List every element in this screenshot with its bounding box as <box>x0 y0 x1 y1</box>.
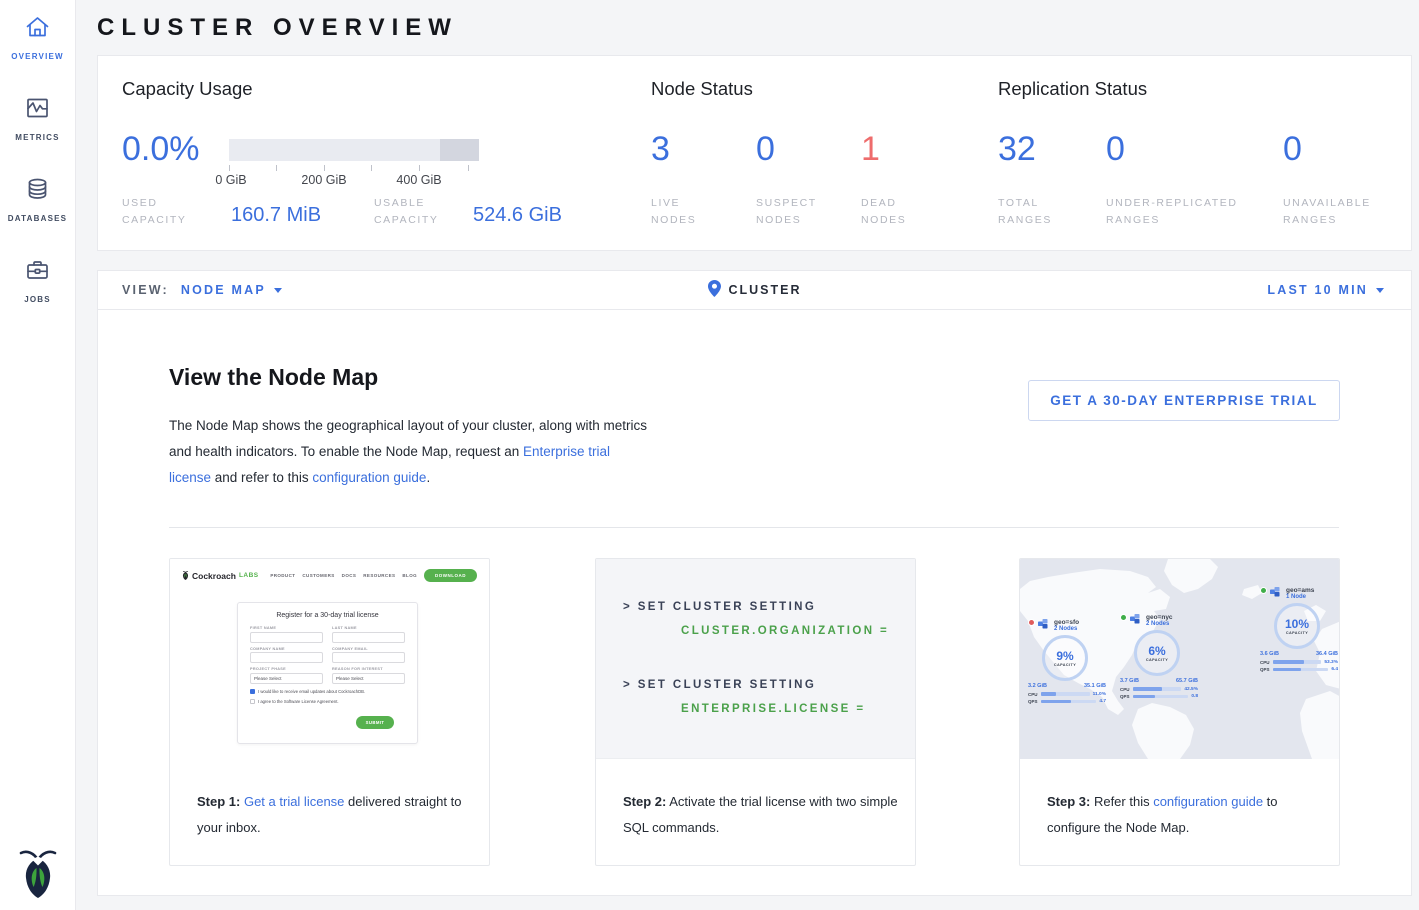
get-trial-license-link[interactable]: Get a trial license <box>244 794 344 809</box>
step-2-caption: Step 2: Activate the trial license with … <box>623 789 907 841</box>
view-bar: VIEW: NODE MAP CLUSTER LAST 10 MIN <box>97 270 1412 310</box>
chevron-down-icon <box>1376 288 1384 293</box>
node-widget-nyc: geo=nyc2 Nodes 6%CAPACITY 3.7 GiB65.7 Gi… <box>1120 614 1198 699</box>
mini-download-button: DOWNLOAD <box>424 569 477 582</box>
view-selector-dropdown[interactable]: NODE MAP <box>181 283 282 297</box>
sidebar-item-label: METRICS <box>15 133 59 142</box>
capacity-usage-title: Capacity Usage <box>122 78 253 100</box>
section-title: View the Node Map <box>169 364 378 391</box>
node-widget-ams: geo=ams1 Node 10%CAPACITY 3.6 GiB36.4 Gi… <box>1260 587 1338 672</box>
capacity-used-percent: 0.0% <box>122 130 200 169</box>
sql-commands-preview: > SET CLUSTER SETTING CLUSTER.ORGANIZATI… <box>596 559 915 759</box>
sidebar-item-overview[interactable]: OVERVIEW <box>0 14 75 61</box>
step-2-card: > SET CLUSTER SETTING CLUSTER.ORGANIZATI… <box>595 558 916 866</box>
mini-site-nav: PRODUCT CUSTOMERS DOCS RESOURCES BLOG DO… <box>270 569 477 582</box>
gauge-tick-label: 0 GiB <box>215 173 246 187</box>
cluster-summary-panel: Capacity Usage 0.0% 0 GiB 200 GiB 400 Gi… <box>97 55 1412 251</box>
live-nodes-label: LIVENODES <box>651 195 696 229</box>
cluster-breadcrumb[interactable]: CLUSTER <box>707 280 801 300</box>
under-replicated-ranges-label: UNDER-REPLICATEDRANGES <box>1106 195 1238 229</box>
node-status-dot <box>1260 587 1267 594</box>
node-map-preview: geo=sfo2 Nodes 9%CAPACITY 3.2 GiB35.1 Gi… <box>1020 559 1339 759</box>
time-range-dropdown[interactable]: LAST 10 MIN <box>1267 283 1384 297</box>
node-status-title: Node Status <box>651 78 753 100</box>
database-icon <box>24 176 51 207</box>
sidebar-item-jobs[interactable]: JOBS <box>0 257 75 304</box>
dead-nodes-label: DEADNODES <box>861 195 906 229</box>
gauge-tick-label: 200 GiB <box>301 173 346 187</box>
briefcase-icon <box>24 257 51 288</box>
unavailable-ranges-label: UNAVAILABLERANGES <box>1283 195 1371 229</box>
sidebar-item-metrics[interactable]: METRICS <box>0 95 75 142</box>
home-icon <box>24 14 51 45</box>
usable-capacity-value: 524.6 GiB <box>473 204 562 227</box>
nodes-icon <box>1038 619 1049 629</box>
step-1-caption: Step 1: Get a trial license delivered st… <box>197 789 481 841</box>
under-replicated-ranges-value: 0 <box>1106 130 1125 169</box>
unavailable-ranges-value: 0 <box>1283 130 1302 169</box>
chevron-down-icon <box>274 288 282 293</box>
mini-submit-button: SUBMIT <box>356 716 394 729</box>
capacity-gauge: 0 GiB 200 GiB 400 GiB <box>229 139 479 189</box>
configuration-guide-link[interactable]: configuration guide <box>312 470 426 485</box>
sidebar-item-label: OVERVIEW <box>11 52 64 61</box>
configuration-guide-link[interactable]: configuration guide <box>1153 794 1263 809</box>
suspect-nodes-value: 0 <box>756 130 775 169</box>
step-3-card: geo=sfo2 Nodes 9%CAPACITY 3.2 GiB35.1 Gi… <box>1019 558 1340 866</box>
used-capacity-label: USEDCAPACITY <box>122 195 187 229</box>
sidebar-item-databases[interactable]: DATABASES <box>0 176 75 223</box>
map-pin-icon <box>707 280 720 300</box>
total-ranges-label: TOTALRANGES <box>998 195 1052 229</box>
enterprise-trial-button[interactable]: GET A 30-DAY ENTERPRISE TRIAL <box>1028 380 1340 421</box>
total-ranges-value: 32 <box>998 130 1036 169</box>
section-description: The Node Map shows the geographical layo… <box>169 413 647 491</box>
step-3-caption: Step 3: Refer this configuration guide t… <box>1047 789 1331 841</box>
sidebar-item-label: JOBS <box>24 295 51 304</box>
node-map-panel: View the Node Map The Node Map shows the… <box>97 310 1412 896</box>
usable-capacity-label: USABLECAPACITY <box>374 195 439 229</box>
replication-status-title: Replication Status <box>998 78 1147 100</box>
nodes-icon <box>1270 587 1281 597</box>
sidebar-item-label: DATABASES <box>8 214 67 223</box>
page-title: CLUSTER OVERVIEW <box>97 0 1412 55</box>
capacity-gauge-bar <box>229 139 479 161</box>
node-widget-sfo: geo=sfo2 Nodes 9%CAPACITY 3.2 GiB35.1 Gi… <box>1028 619 1106 704</box>
mini-registration-form: Register for a 30-day trial license FIRS… <box>237 602 418 744</box>
metrics-chart-icon <box>24 95 51 126</box>
divider <box>169 527 1339 528</box>
trial-registration-screenshot: Cockroach LABS PRODUCT CUSTOMERS DOCS RE… <box>170 559 489 759</box>
view-label: VIEW: <box>122 283 169 297</box>
used-capacity-value: 160.7 MiB <box>231 204 321 227</box>
sidebar: OVERVIEW METRICS DATABASES <box>0 0 76 910</box>
node-status-dot <box>1120 614 1127 621</box>
node-status-dot <box>1028 619 1035 626</box>
live-nodes-value: 3 <box>651 130 670 169</box>
nodes-icon <box>1130 614 1141 624</box>
cockroach-labs-logo: Cockroach LABS <box>182 571 259 581</box>
dead-nodes-value: 1 <box>861 130 880 169</box>
suspect-nodes-label: SUSPECTNODES <box>756 195 817 229</box>
gauge-tick-label: 400 GiB <box>396 173 441 187</box>
cockroachdb-logo <box>0 848 75 898</box>
step-1-card: Cockroach LABS PRODUCT CUSTOMERS DOCS RE… <box>169 558 490 866</box>
